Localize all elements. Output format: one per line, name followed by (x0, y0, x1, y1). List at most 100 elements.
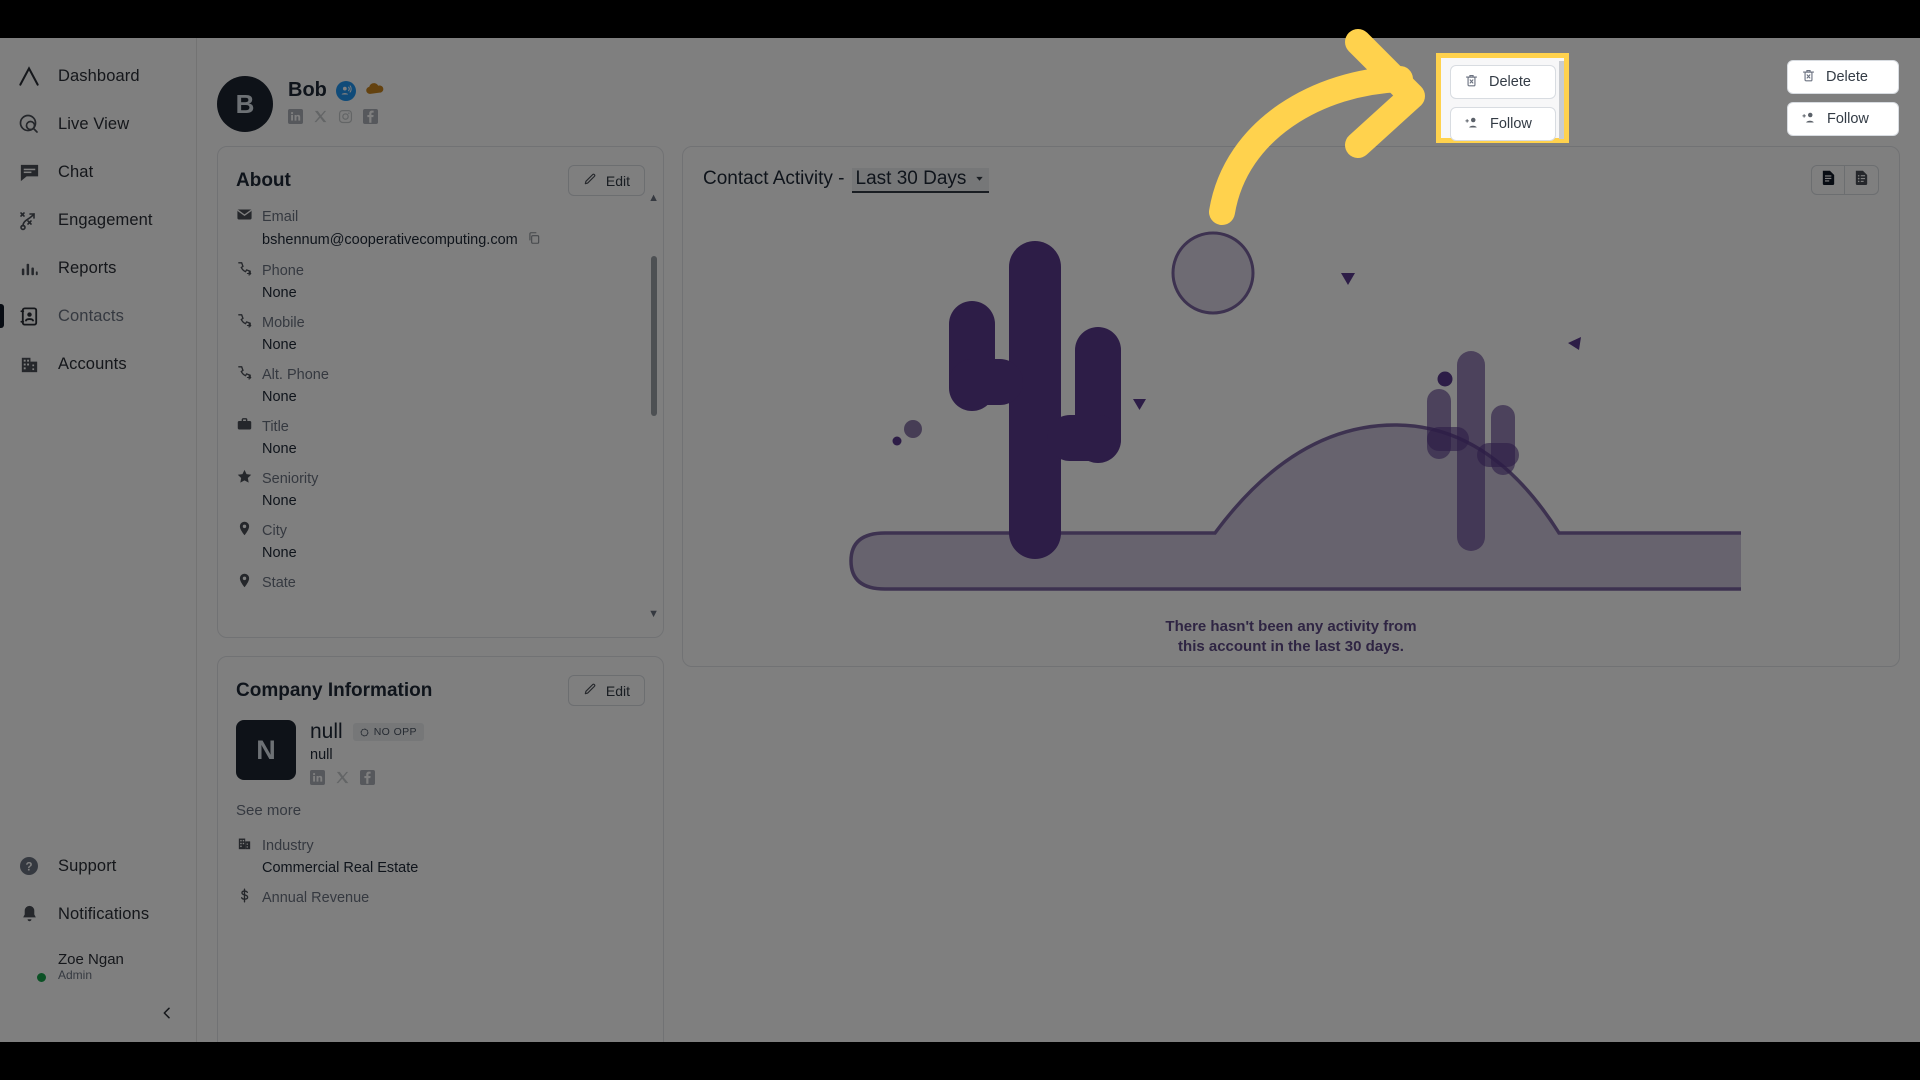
field-label-row: Mobile (236, 312, 645, 333)
field-label: Title (262, 418, 289, 435)
page-scrollbar-thumb[interactable] (1559, 61, 1564, 139)
delete-button-label: Delete (1826, 69, 1868, 85)
field-value-row: None (262, 389, 645, 405)
application-window: Dashboard Live View Chat Engagement Repo… (0, 38, 1920, 1042)
field-value: None (262, 337, 297, 353)
phone-icon (236, 364, 253, 385)
list-view-icon (1820, 169, 1837, 191)
revenue-icon (236, 887, 253, 908)
activity-title: Contact Activity - (703, 167, 845, 189)
scroll-up-caret[interactable]: ▲ (648, 192, 659, 204)
sidebar-item-label: Accounts (58, 354, 127, 373)
letterbox-bottom (0, 1042, 1920, 1080)
field-email: Email bshennum@cooperativecomputing.com (236, 206, 645, 249)
field-label-row: Alt. Phone (236, 364, 645, 385)
facebook-icon[interactable] (360, 770, 375, 790)
sidebar-item-live-view[interactable]: Live View (0, 100, 196, 148)
sidebar-item-contacts[interactable]: Contacts (0, 292, 196, 340)
add-person-icon (1801, 110, 1817, 129)
activity-view-toggle (1811, 165, 1879, 195)
sidebar-item-reports[interactable]: Reports (0, 244, 196, 292)
date-range-dropdown[interactable]: Last 30 Days (851, 167, 990, 193)
contact-identity: Bob (288, 79, 385, 129)
empty-message-line1: There hasn't been any activity from (1165, 618, 1417, 635)
about-field-list: Email bshennum@cooperativecomputing.com (218, 192, 663, 620)
company-logo: N (236, 720, 296, 780)
field-label: Industry (262, 837, 314, 854)
sidebar-item-dashboard[interactable]: Dashboard (0, 52, 196, 100)
follow-button[interactable]: Follow (1787, 102, 1899, 136)
sidebar-item-notifications[interactable]: Notifications (0, 890, 196, 938)
field-label: Annual Revenue (262, 889, 370, 906)
field-value: None (262, 545, 297, 561)
sidebar-item-support[interactable]: ? Support (0, 842, 196, 890)
scroll-down-caret[interactable]: ▼ (648, 608, 659, 620)
sidebar-item-engagement[interactable]: Engagement (0, 196, 196, 244)
linkedin-icon[interactable] (288, 109, 303, 129)
linkedin-icon[interactable] (310, 770, 325, 790)
see-more-link[interactable]: See more (236, 802, 663, 819)
no-opportunity-label: NO OPP (373, 726, 417, 738)
field-value-row: None (262, 493, 645, 509)
x-icon[interactable] (313, 109, 328, 129)
x-icon[interactable] (335, 770, 350, 790)
content-columns: About Edit Email bshennum@cooperativecom… (197, 146, 1920, 1042)
sidebar-item-chat[interactable]: Chat (0, 148, 196, 196)
dashed-circle-icon (360, 728, 369, 736)
sidebar: Dashboard Live View Chat Engagement Repo… (0, 38, 197, 1042)
desert-cactus-illustration (849, 231, 1741, 591)
mail-icon (236, 206, 253, 227)
field-value: Commercial Real Estate (262, 860, 419, 876)
sidebar-bottom-section: ? Support Notifications Zoe Ngan Admin (0, 842, 196, 1042)
star-icon (236, 468, 253, 489)
instagram-icon[interactable] (338, 109, 353, 129)
highlight-callout-box: Delete Follow (1436, 53, 1569, 143)
bell-icon (12, 897, 46, 931)
chevron-down-icon (976, 176, 984, 181)
field-label-row: Email (236, 206, 645, 227)
pin-icon (236, 520, 253, 541)
field-label-row: Title (236, 416, 645, 437)
field-city: City None (236, 520, 645, 561)
field-title: Title None (236, 416, 645, 457)
field-label-row: Annual Revenue (236, 887, 645, 908)
avatar (12, 950, 48, 984)
facebook-icon[interactable] (363, 109, 378, 129)
user-role: Admin (58, 967, 93, 982)
about-card: About Edit Email bshennum@cooperativecom… (217, 146, 664, 638)
contact-action-buttons: Delete Follow (1787, 60, 1899, 136)
detail-view-button[interactable] (1845, 165, 1879, 195)
field-mobile: Mobile None (236, 312, 645, 353)
follow-button-highlighted[interactable]: Follow (1450, 107, 1556, 141)
detail-view-icon (1853, 169, 1870, 191)
activity-empty-message: There hasn't been any activity from this… (1165, 617, 1416, 658)
field-value-row: None (262, 441, 645, 457)
company-field-list: Industry Commercial Real Estate Annual R… (218, 819, 663, 933)
list-view-button[interactable] (1811, 165, 1845, 195)
field-value: None (262, 441, 297, 457)
sidebar-item-accounts[interactable]: Accounts (0, 340, 196, 388)
company-edit-button[interactable]: Edit (567, 675, 645, 706)
field-seniority: Seniority None (236, 468, 645, 509)
sidebar-collapse-button[interactable] (154, 1000, 180, 1026)
about-edit-label: Edit (605, 172, 630, 189)
copy-icon[interactable] (527, 231, 541, 249)
delete-button-highlighted[interactable]: Delete (1450, 65, 1556, 99)
follow-button-label: Follow (1490, 116, 1532, 132)
sidebar-item-label: Engagement (58, 210, 153, 229)
building-icon (236, 835, 253, 856)
add-person-icon (1464, 115, 1480, 134)
field-industry: Industry Commercial Real Estate (236, 835, 645, 876)
about-scrollbar-thumb[interactable] (651, 256, 657, 416)
logo-chevron-icon (12, 59, 46, 93)
sidebar-user-profile[interactable]: Zoe Ngan Admin (0, 938, 196, 996)
about-title: About (236, 169, 291, 191)
field-alt-phone: Alt. Phone None (236, 364, 645, 405)
field-label-row: Phone (236, 260, 645, 281)
company-information-card: Company Information Edit N null NO OPP n… (217, 656, 664, 1042)
delete-button[interactable]: Delete (1787, 60, 1899, 94)
contact-name-row: Bob (288, 79, 385, 102)
live-view-icon (12, 107, 46, 141)
about-edit-button[interactable]: Edit (567, 165, 645, 196)
field-label: Email (262, 208, 299, 225)
